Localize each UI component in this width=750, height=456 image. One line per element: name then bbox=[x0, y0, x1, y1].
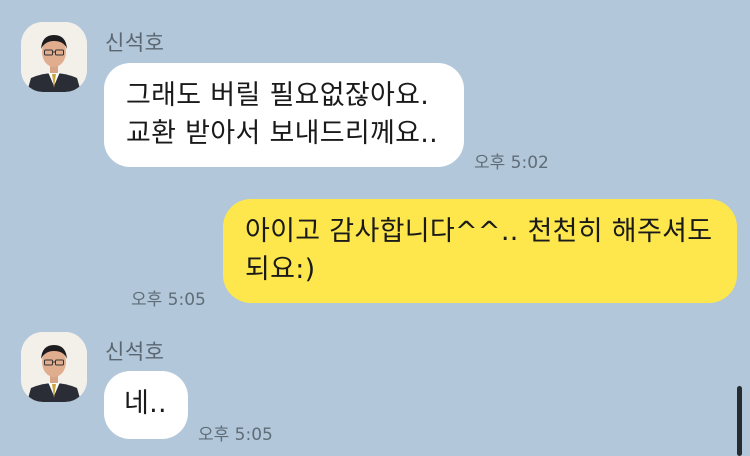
message-text-line: 그래도 버릴 필요없잖아요. bbox=[126, 80, 430, 111]
message-text-line: 네.. bbox=[124, 388, 167, 419]
chat-scrollbar[interactable] bbox=[737, 386, 742, 456]
message-text-line: 아이고 감사합니다^^.. 천천히 해주셔도 bbox=[245, 216, 713, 247]
incoming-message-bubble[interactable]: 그래도 버릴 필요없잖아요. 교환 받아서 보내드리께요.. bbox=[104, 63, 464, 167]
message-timestamp: 오후 5:02 bbox=[474, 153, 549, 173]
message-timestamp: 오후 5:05 bbox=[131, 290, 206, 310]
sender-avatar[interactable] bbox=[21, 22, 87, 92]
message-text-line: 교환 받아서 보내드리께요.. bbox=[126, 118, 439, 149]
incoming-message-bubble[interactable]: 네.. bbox=[104, 371, 188, 439]
sender-name: 신석호 bbox=[105, 31, 165, 55]
sender-name: 신석호 bbox=[105, 340, 165, 364]
message-text-line: 되요:) bbox=[245, 254, 316, 285]
outgoing-message-bubble[interactable]: 아이고 감사합니다^^.. 천천히 해주셔도 되요:) bbox=[223, 199, 737, 303]
message-timestamp: 오후 5:05 bbox=[198, 425, 273, 445]
sender-avatar[interactable] bbox=[21, 332, 87, 402]
